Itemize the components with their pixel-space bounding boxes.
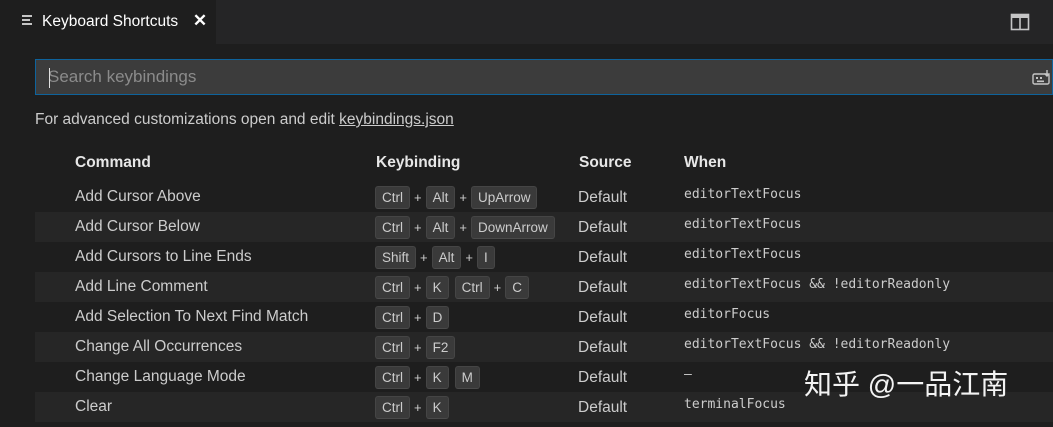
key-cap: Ctrl [454, 276, 490, 299]
row-command: Add Selection To Next Find Match [75, 308, 309, 325]
key-cap: Alt [425, 216, 456, 239]
row-when: editorTextFocus [684, 247, 802, 262]
row-when: editorTextFocus [684, 217, 802, 232]
key-cap: I [476, 246, 495, 269]
key-cap: DownArrow [470, 216, 555, 239]
key-cap: F2 [425, 336, 456, 359]
key-cap: Ctrl [375, 216, 410, 239]
table-row[interactable]: Change All Occurrences Ctrl + F2 Default e… [35, 332, 1053, 362]
header-keybinding[interactable]: Keybinding [376, 154, 460, 172]
table-header: Command Keybinding Source When [35, 148, 1053, 178]
row-when: — [684, 367, 692, 382]
record-keys-icon[interactable] [1032, 69, 1052, 87]
search-input[interactable] [48, 60, 1008, 94]
tab-title: Keyboard Shortcuts [42, 13, 179, 30]
key-cap: Ctrl [375, 186, 410, 209]
key-cap: K [425, 396, 449, 419]
row-keybinding: Ctrl + F2 [375, 336, 456, 359]
key-cap: M [454, 366, 480, 389]
header-command[interactable]: Command [75, 154, 151, 172]
tab-bar: Keyboard Shortcuts ✕ [0, 0, 1053, 44]
table-row[interactable]: Add Cursor Below Ctrl + Alt + DownArrow Defa… [35, 212, 1053, 242]
key-cap: K [425, 366, 449, 389]
row-when: editorTextFocus && !editorReadonly [684, 277, 951, 292]
hint-text: For advanced customizations open and edi… [35, 111, 340, 128]
row-keybinding: Shift + Alt + I [375, 246, 495, 269]
row-source: Default [578, 249, 628, 266]
row-command: Change All Occurrences [75, 338, 243, 355]
header-when[interactable]: When [684, 154, 726, 172]
row-keybinding: Ctrl + Alt + UpArrow [375, 186, 538, 209]
row-source: Default [578, 399, 628, 416]
table-row[interactable]: Add Line Comment Ctrl + K Ctrl + C Default ed… [35, 272, 1053, 302]
row-command: Change Language Mode [75, 368, 246, 385]
close-icon[interactable]: ✕ [190, 10, 210, 32]
table-row[interactable]: Add Cursor Above Ctrl + Alt + UpArrow Defaul… [35, 182, 1053, 212]
key-cap: Shift [375, 246, 417, 269]
preview-icon [22, 15, 34, 27]
row-source: Default [578, 219, 628, 236]
key-cap: Ctrl [375, 306, 410, 329]
text-caret [49, 68, 50, 88]
header-source[interactable]: Source [579, 154, 632, 172]
row-command: Add Cursors to Line Ends [75, 248, 252, 265]
row-when: editorFocus [684, 307, 771, 322]
row-source: Default [578, 279, 628, 296]
row-command: Add Cursor Above [75, 188, 201, 205]
key-cap: Ctrl [375, 366, 410, 389]
row-source: Default [578, 339, 628, 356]
row-source: Default [578, 309, 628, 326]
row-keybinding: Ctrl + Alt + DownArrow [375, 216, 555, 239]
split-editor-icon[interactable] [1010, 13, 1030, 31]
tab-keyboard-shortcuts[interactable]: Keyboard Shortcuts ✕ [0, 0, 216, 44]
key-cap: Alt [431, 246, 462, 269]
key-cap: D [425, 306, 450, 329]
row-command: Clear [75, 398, 113, 415]
row-when: terminalFocus [684, 397, 786, 412]
key-cap: Ctrl [375, 276, 410, 299]
customization-hint: For advanced customizations open and edi… [35, 111, 454, 129]
table-row[interactable]: Add Selection To Next Find Match Ctrl + D … [35, 302, 1053, 332]
row-keybinding: Ctrl + K M [375, 366, 480, 389]
row-keybinding: Ctrl + D [375, 306, 450, 329]
key-cap: Ctrl [375, 396, 410, 419]
row-command: Add Cursor Below [75, 218, 200, 235]
row-when: editorTextFocus [684, 187, 802, 202]
watermark: 知乎 @一品江南 [804, 369, 1009, 400]
row-source: Default [578, 369, 628, 386]
keybindings-json-link[interactable]: keybindings.json [339, 111, 454, 128]
key-cap: Alt [425, 186, 456, 209]
row-keybinding: Ctrl + K Ctrl + C [375, 276, 529, 299]
row-when: editorTextFocus && !editorReadonly [684, 337, 951, 352]
key-cap: C [505, 276, 529, 299]
table-row[interactable]: Add Cursors to Line Ends Shift + Alt + I Def… [35, 242, 1053, 272]
key-cap: UpArrow [470, 186, 538, 209]
search-box [35, 59, 1053, 95]
key-cap: K [425, 276, 449, 299]
key-cap: Ctrl [375, 336, 410, 359]
row-command: Add Line Comment [75, 278, 208, 295]
row-keybinding: Ctrl + K [375, 396, 449, 419]
row-source: Default [578, 189, 628, 206]
